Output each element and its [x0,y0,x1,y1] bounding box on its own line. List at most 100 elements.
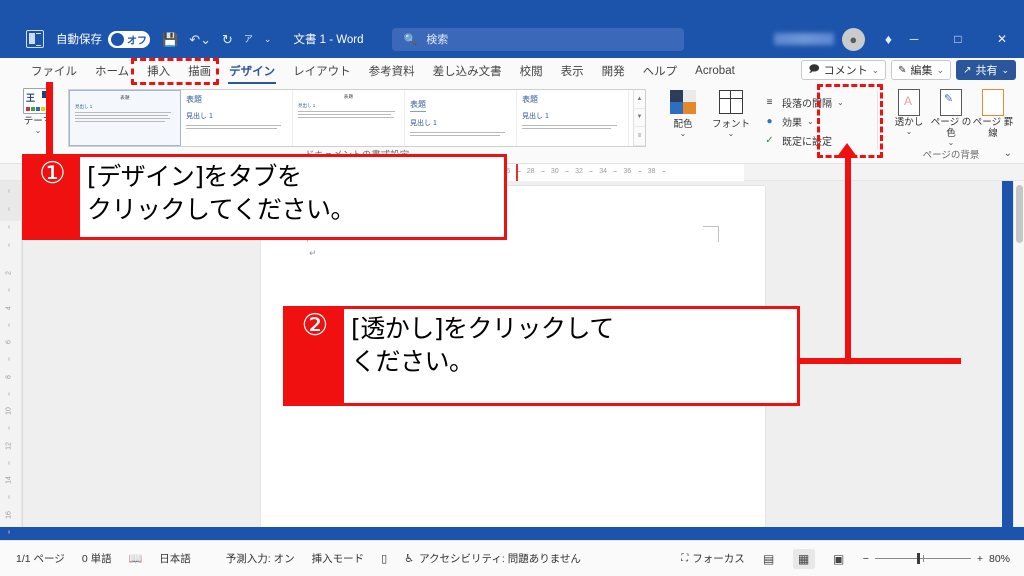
ime-prediction[interactable]: 予測入力: オン [226,551,295,566]
comments-button[interactable]: 🗩 コメント ⌄ [801,60,887,80]
tab-help[interactable]: ヘルプ [634,60,687,82]
chevron-down-icon: ⌄ [1001,64,1009,75]
maximize-button[interactable]: □ [936,20,980,58]
set-default-icon: ✓ [765,135,774,146]
gallery-item-heading: 見出し 1 [186,113,213,120]
gallery-item-lines [410,132,511,137]
close-button[interactable]: ✕ [980,20,1024,58]
redo-icon[interactable]: ↻ [222,33,233,46]
word-count[interactable]: 0 単語 [82,551,112,566]
ribbon-design: 王 テーマ ⌄ 表題 見出し 1 表題 見出し 1 表題 見出し 1 表題 見出… [0,84,1024,164]
proofing-icon[interactable]: 📖 [129,552,143,565]
page-color-button[interactable]: ✎ ページ の色 ⌄ [930,89,972,147]
tab-layout[interactable]: レイアウト [284,60,360,82]
undo-icon[interactable]: ↶⌄ [189,33,211,46]
zoom-control: − + 80% [863,553,1010,565]
focus-mode-button[interactable]: フォーカス [692,551,745,566]
insert-mode[interactable]: 挿入モード [312,551,365,566]
colors-button[interactable]: 配色 ⌄ [662,90,704,138]
document-formatting-gallery[interactable]: 表題 見出し 1 表題 見出し 1 表題 見出し 1 表題 見出し 1 表題 見… [68,89,646,147]
gallery-item[interactable]: 表題 見出し 1 [517,90,629,146]
word-application-window: 自動保存 オフ 💾 ↶⌄ ↻ ア ⌄ 文書 1 - Word 🔍 検索 ● ♦ … [0,0,1024,576]
annotation-number-1: ① [25,157,80,237]
ruler-tick-dash [638,171,641,172]
tab-mailings[interactable]: 差し込み文書 [424,60,511,82]
paragraph-spacing-label: 段落の間隔 [782,99,832,110]
effects-button[interactable]: ● 効果 ⌄ [762,112,872,131]
macro-record-icon[interactable]: ▯ [381,552,387,565]
paragraph-spacing-button[interactable]: ≡ 段落の間隔 ⌄ [762,93,872,112]
vertical-ruler[interactable]: 2 4 6 8 10 12 14 16 [0,181,22,534]
chevron-down-icon: ⌄ [727,129,735,138]
gallery-item[interactable]: 表題 見出し 1 [293,90,405,146]
vruler-tick-label: 14 [5,476,13,484]
gallery-item[interactable]: 表題 見出し 1 [69,90,181,146]
gallery-more[interactable]: ≡ [634,127,645,146]
chevron-down-icon: ⌄ [947,138,955,147]
vruler-tick-dash [8,530,10,534]
tab-design[interactable]: デザイン [220,60,284,84]
gallery-item-lines [298,111,399,119]
page-borders-button[interactable]: ページ 罫線 [972,89,1014,139]
vruler-tick-dash [8,461,10,465]
share-button[interactable]: ↗ 共有 ⌄ [956,60,1016,80]
ruler-indent-marker[interactable] [516,164,518,181]
zoom-slider-handle[interactable] [917,553,921,564]
print-layout-button[interactable]: ▦ [792,548,815,569]
gallery-scroll-up[interactable]: ▲ [634,90,645,109]
tab-view[interactable]: 表示 [552,60,593,82]
tab-acrobat[interactable]: Acrobat [686,62,744,80]
annotation-text-2: [透かし]をクリックして ください。 [351,314,614,376]
zoom-out-button[interactable]: − [863,553,869,565]
scrollbar-thumb[interactable] [1016,185,1023,243]
gallery-scroll-down[interactable]: ▼ [634,109,645,128]
vruler-tick-label: 8 [5,374,13,379]
group-divider [877,90,878,150]
ruler-tick-dash [541,171,545,172]
editing-button[interactable]: ✎ 編集 ⌄ [891,60,952,80]
gallery-item[interactable]: 表題 見出し 1 [181,90,293,146]
watermark-button[interactable]: A 透かし ⌄ [888,89,930,136]
tab-developer[interactable]: 開発 [593,60,634,82]
tab-draw[interactable]: 描画 [179,60,220,82]
minimize-button[interactable]: ─ [892,20,936,58]
gallery-item-lines [186,125,287,130]
customize-qat-icon[interactable]: ⌄ [264,34,272,44]
tab-review[interactable]: 校閲 [511,60,552,82]
search-box[interactable]: 🔍 検索 [391,27,684,51]
zoom-slider[interactable] [874,553,971,564]
ruler-tick-label: 34 [599,168,608,175]
web-layout-button[interactable]: ▣ [828,549,850,569]
vertical-scrollbar[interactable] [1013,181,1024,527]
tab-insert[interactable]: 挿入 [138,60,179,82]
gallery-item[interactable]: 表題 見出し 1 [405,90,517,146]
vruler-tick-label: 6 [5,340,13,344]
collapse-ribbon-button[interactable]: ⌄ [1004,148,1012,159]
fonts-button[interactable]: フォント ⌄ [710,90,752,138]
ruler-tick-label: 36 [623,168,632,175]
document-title: 文書 1 - Word [293,34,364,46]
furigana-icon[interactable]: ア [244,34,253,44]
gallery-scrollbar[interactable]: ▲ ▼ ≡ [633,90,645,146]
paragraph-effects-group: ≡ 段落の間隔 ⌄ ● 効果 ⌄ ✓ 既定に設定 [762,93,872,150]
language-indicator[interactable]: 日本語 [159,551,191,566]
zoom-in-button[interactable]: + [977,553,983,565]
account-avatar[interactable]: ● [841,27,865,51]
tab-file[interactable]: ファイル [22,60,86,82]
editing-label: 編集 [910,65,933,77]
tab-references[interactable]: 参考資料 [360,60,424,82]
title-bar: 自動保存 オフ 💾 ↶⌄ ↻ ア ⌄ 文書 1 - Word 🔍 検索 ● ♦ … [0,0,1024,58]
page-background-group-label: ページの背景 [922,150,980,161]
read-mode-button[interactable]: ▤ [758,549,780,569]
accessibility-status[interactable]: アクセシビリティ: 問題ありません [419,551,581,566]
zoom-level[interactable]: 80% [989,553,1010,565]
themes-button[interactable]: 王 テーマ ⌄ [16,88,60,135]
autosave-toggle[interactable]: オフ [108,30,150,48]
page-count[interactable]: 1/1 ページ [16,551,65,566]
search-placeholder: 検索 [426,34,449,46]
save-icon[interactable]: 💾 [162,33,178,46]
tab-home[interactable]: ホーム [86,60,138,82]
margin-corner-top-right [703,226,719,242]
ruler-tick-dash [565,171,569,172]
premium-diamond-icon[interactable]: ♦ [885,31,892,47]
